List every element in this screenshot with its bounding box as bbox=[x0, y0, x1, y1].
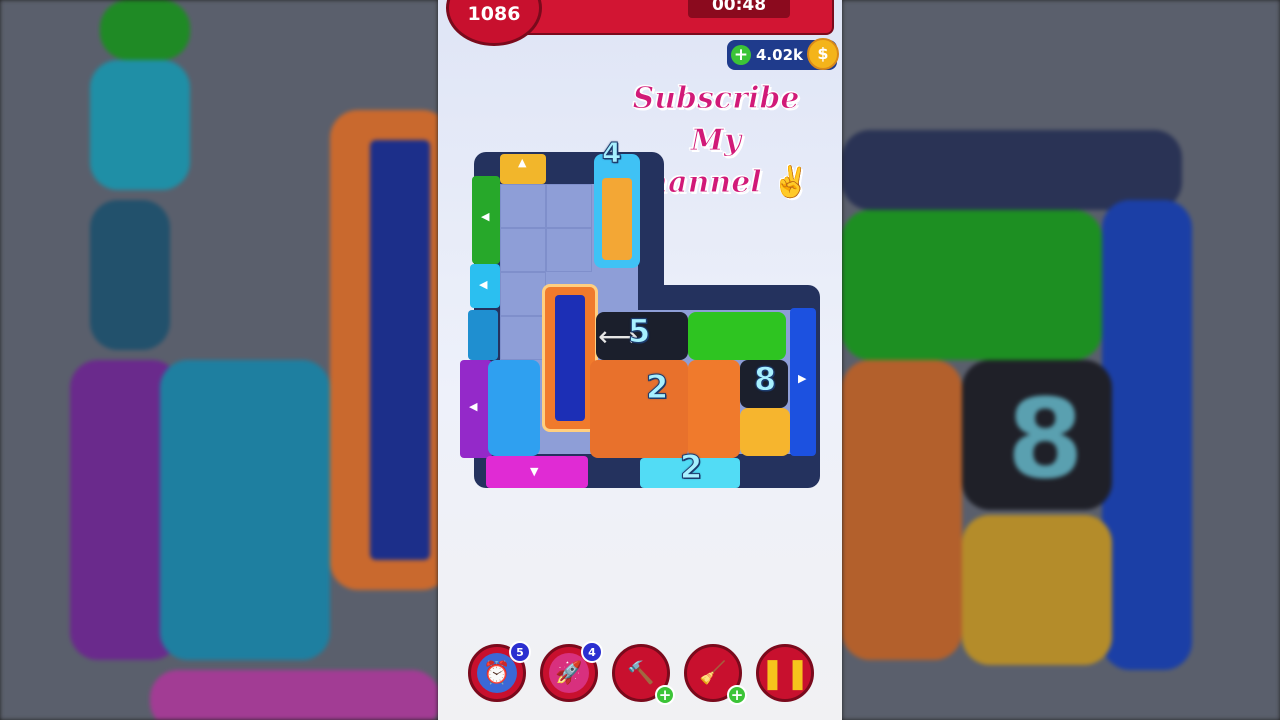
block-number-5: 5 bbox=[627, 312, 651, 351]
coin-icon: $ bbox=[807, 38, 839, 70]
add-vacuum-icon[interactable]: + bbox=[727, 685, 747, 705]
yellow-gate: ▲ bbox=[500, 154, 546, 184]
rocket-tool[interactable]: 🚀 4 bbox=[540, 641, 603, 702]
cyan-gate: ◀ bbox=[470, 264, 500, 308]
blurred-background-right: 8 bbox=[842, 0, 1280, 720]
yellow-block[interactable] bbox=[740, 408, 790, 456]
hammer-tool[interactable]: 🔨 + bbox=[612, 644, 675, 705]
add-hammer-icon[interactable]: + bbox=[655, 685, 675, 705]
timer: 00:48 bbox=[688, 0, 790, 18]
coin-counter[interactable]: + 4.02k $ bbox=[727, 38, 839, 70]
puzzle-board: ▲ ◀ ◀ ◀ ▼ ▶ 4 ⟷ 5 2 8 2 bbox=[460, 136, 820, 490]
coin-value: 4.02k bbox=[756, 46, 803, 64]
blurred-background-left bbox=[0, 0, 438, 720]
green-block[interactable] bbox=[688, 312, 786, 360]
game-screen: 00:48 1086 + 4.02k $ Subscribe My Channe… bbox=[438, 0, 842, 720]
block-number-4: 4 bbox=[601, 136, 622, 170]
vacuum-tool[interactable]: 🧹 + bbox=[684, 644, 747, 705]
freeze-timer-tool[interactable]: ⏰ 5 bbox=[468, 641, 531, 702]
orange-mystery-block-2[interactable] bbox=[590, 360, 688, 458]
freeze-count: 5 bbox=[509, 641, 531, 663]
blue-right-gate: ▶ bbox=[790, 308, 816, 456]
blue-block[interactable] bbox=[488, 360, 540, 456]
orange-block[interactable] bbox=[688, 360, 740, 458]
cyan-block-4[interactable] bbox=[594, 154, 640, 268]
block-number-2: 2 bbox=[645, 368, 669, 407]
level-badge: 1086 bbox=[446, 0, 542, 46]
dark-blue-gate bbox=[468, 310, 498, 360]
green-gate: ◀ bbox=[472, 176, 500, 264]
rocket-count: 4 bbox=[581, 641, 603, 663]
add-coins-icon[interactable]: + bbox=[731, 45, 751, 65]
block-number-8: 8 bbox=[753, 360, 777, 399]
exit-gate-number: 2 bbox=[679, 448, 703, 487]
top-bar: 00:48 bbox=[518, 0, 834, 35]
pause-button[interactable]: ❚❚ bbox=[756, 644, 814, 702]
hammer-icon: 🔨 bbox=[621, 653, 661, 693]
pause-icon: ❚❚ bbox=[759, 655, 811, 691]
magenta-gate: ▼ bbox=[486, 456, 588, 488]
vacuum-icon: 🧹 bbox=[693, 653, 733, 693]
